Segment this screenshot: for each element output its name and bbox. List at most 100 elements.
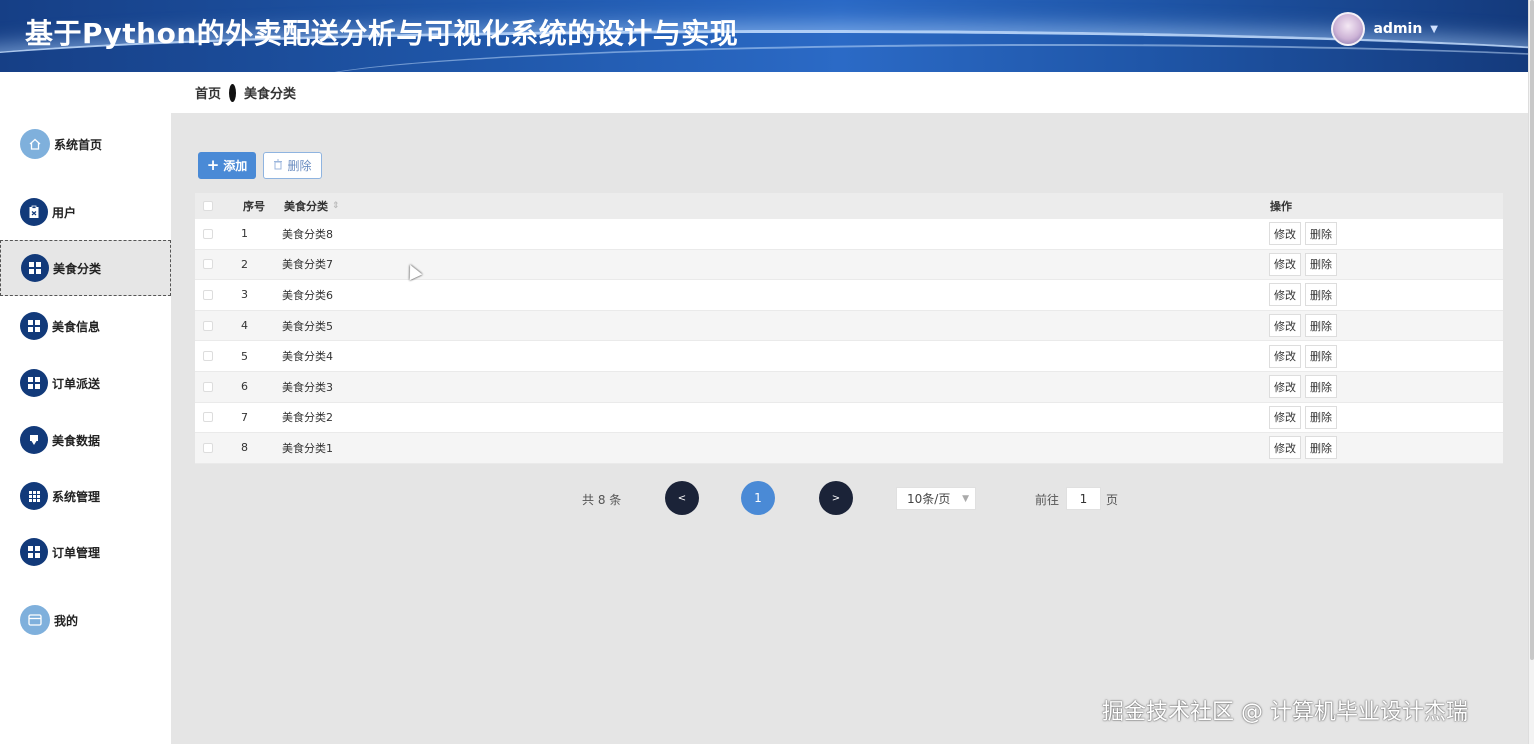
row-index: 4 — [241, 319, 248, 333]
edit-button[interactable]: 修改 — [1269, 314, 1301, 338]
sidebar-item-order-admin[interactable]: 订单管理 — [0, 524, 171, 580]
sidebar-item-label: 美食信息 — [52, 319, 101, 334]
breadcrumb-separator-icon — [229, 83, 237, 102]
row-delete-button[interactable]: 删除 — [1305, 283, 1337, 307]
sidebar-item-label: 用户 — [52, 205, 77, 220]
add-button-label: 添加 — [223, 159, 248, 173]
delete-button[interactable]: 删除 — [263, 152, 322, 179]
sidebar-item-label: 美食数据 — [52, 433, 101, 448]
watermark: 掘金技术社区 @ 计算机毕业设计杰瑞 — [1102, 700, 1468, 725]
edit-button[interactable]: 修改 — [1269, 405, 1301, 429]
trash-icon — [273, 159, 283, 173]
row-index: 7 — [241, 410, 248, 424]
row-delete-button[interactable]: 删除 — [1305, 375, 1337, 399]
table-row: 6 美食分类3 修改 删除 — [195, 371, 1503, 403]
goto-page-input[interactable]: 1 — [1066, 487, 1101, 510]
avatar[interactable] — [1331, 12, 1366, 46]
sidebar: 系统首页 用户 美食分类 美食信息 订单派送 美食数据 系统管理 订单管理 我的 — [0, 72, 171, 744]
row-index: 5 — [241, 349, 248, 363]
row-checkbox[interactable] — [203, 412, 213, 423]
sidebar-item-mine[interactable]: 我的 — [0, 592, 171, 648]
sidebar-item-users[interactable]: 用户 — [0, 184, 171, 240]
row-checkbox[interactable] — [203, 320, 213, 331]
sidebar-item-label: 订单派送 — [52, 376, 101, 391]
user-name[interactable]: admin — [1373, 21, 1422, 37]
sidebar-item-label: 我的 — [54, 613, 79, 628]
row-index: 8 — [241, 441, 248, 455]
sidebar-item-food-category[interactable]: 美食分类 — [0, 240, 171, 296]
table-row: 2 美食分类7 修改 删除 — [195, 249, 1503, 281]
add-button[interactable]: + 添加 — [198, 152, 256, 179]
goto-suffix: 页 — [1106, 493, 1119, 507]
header-category[interactable]: 美食分类 ⇕ — [284, 198, 340, 214]
sidebar-item-label: 订单管理 — [52, 545, 101, 560]
row-checkbox[interactable] — [203, 228, 213, 239]
table-row: 8 美食分类1 修改 删除 — [195, 433, 1503, 464]
row-category: 美食分类1 — [282, 441, 333, 455]
row-checkbox[interactable] — [203, 381, 213, 392]
grid9-icon — [20, 482, 48, 510]
header-actions: 操作 — [1270, 200, 1292, 213]
breadcrumb-current: 美食分类 — [244, 87, 297, 102]
row-actions: 修改 删除 — [1269, 344, 1337, 368]
row-category: 美食分类4 — [282, 350, 333, 364]
edit-button[interactable]: 修改 — [1269, 436, 1301, 460]
row-index: 2 — [241, 257, 248, 271]
table-header: 序号 美食分类 ⇕ 操作 — [195, 193, 1503, 219]
row-delete-button[interactable]: 删除 — [1305, 344, 1337, 368]
row-delete-button[interactable]: 删除 — [1305, 436, 1337, 460]
grid-icon — [20, 369, 48, 397]
row-checkbox[interactable] — [203, 442, 213, 453]
row-delete-button[interactable]: 删除 — [1305, 405, 1337, 429]
next-page-button[interactable]: > — [819, 481, 853, 515]
row-checkbox[interactable] — [203, 259, 213, 270]
edit-button[interactable]: 修改 — [1269, 222, 1301, 246]
row-category: 美食分类8 — [282, 227, 333, 241]
row-actions: 修改 删除 — [1269, 436, 1337, 460]
page-scrollbar[interactable] — [1528, 0, 1534, 744]
edit-button[interactable]: 修改 — [1269, 344, 1301, 368]
row-category: 美食分类5 — [282, 319, 333, 333]
edit-button[interactable]: 修改 — [1269, 252, 1301, 276]
select-all-checkbox[interactable] — [203, 201, 213, 211]
row-category: 美食分类2 — [282, 411, 333, 425]
sidebar-item-food-info[interactable]: 美食信息 — [0, 298, 171, 354]
row-category: 美食分类3 — [282, 380, 333, 394]
header-category-label: 美食分类 — [284, 200, 328, 213]
pagination: 共 8 条 < 1 > 10条/页 ▼ 前往 1 页 — [171, 481, 1528, 517]
sidebar-item-system-admin[interactable]: 系统管理 — [0, 468, 171, 524]
goto-label: 前往 — [1035, 493, 1060, 507]
sidebar-item-label: 美食分类 — [53, 261, 102, 276]
row-delete-button[interactable]: 删除 — [1305, 222, 1337, 246]
row-checkbox[interactable] — [203, 351, 213, 362]
user-menu[interactable]: admin ▼ — [1331, 12, 1438, 46]
caret-down-icon[interactable]: ▼ — [1430, 24, 1438, 35]
row-delete-button[interactable]: 删除 — [1305, 314, 1337, 338]
row-checkbox[interactable] — [203, 289, 213, 300]
table-row: 4 美食分类5 修改 删除 — [195, 310, 1503, 342]
table-row: 3 美食分类6 修改 删除 — [195, 280, 1503, 311]
clipboard-icon — [20, 198, 48, 226]
scrollbar-thumb[interactable] — [1530, 0, 1534, 660]
edit-button[interactable]: 修改 — [1269, 375, 1301, 399]
delete-button-label: 删除 — [287, 159, 312, 173]
sidebar-item-home[interactable]: 系统首页 — [0, 116, 171, 172]
edit-button[interactable]: 修改 — [1269, 283, 1301, 307]
row-category: 美食分类7 — [282, 258, 333, 272]
plus-icon: + — [206, 156, 220, 174]
prev-page-button[interactable]: < — [665, 481, 699, 515]
sidebar-item-food-data[interactable]: 美食数据 — [0, 412, 171, 468]
table-row: 5 美食分类4 修改 删除 — [195, 341, 1503, 372]
row-delete-button[interactable]: 删除 — [1305, 252, 1337, 276]
total-count: 共 8 条 — [582, 493, 622, 507]
row-actions: 修改 删除 — [1269, 222, 1337, 246]
page-1-button[interactable]: 1 — [741, 481, 775, 515]
main-content: + 添加 删除 序号 美食分类 ⇕ 操作 1 美食分类8 修改 删除 2 美食分类7 修改删… — [171, 113, 1528, 744]
table-row: 7 美食分类2 修改 删除 — [195, 403, 1503, 434]
breadcrumb-home[interactable]: 首页 — [195, 83, 221, 102]
row-actions: 修改 删除 — [1269, 283, 1337, 307]
sort-icon[interactable]: ⇕ — [332, 201, 340, 211]
sidebar-item-order-dispatch[interactable]: 订单派送 — [0, 355, 171, 411]
page-size-select[interactable]: 10条/页 ▼ — [896, 487, 976, 510]
breadcrumb: 首页 美食分类 — [171, 72, 1528, 113]
